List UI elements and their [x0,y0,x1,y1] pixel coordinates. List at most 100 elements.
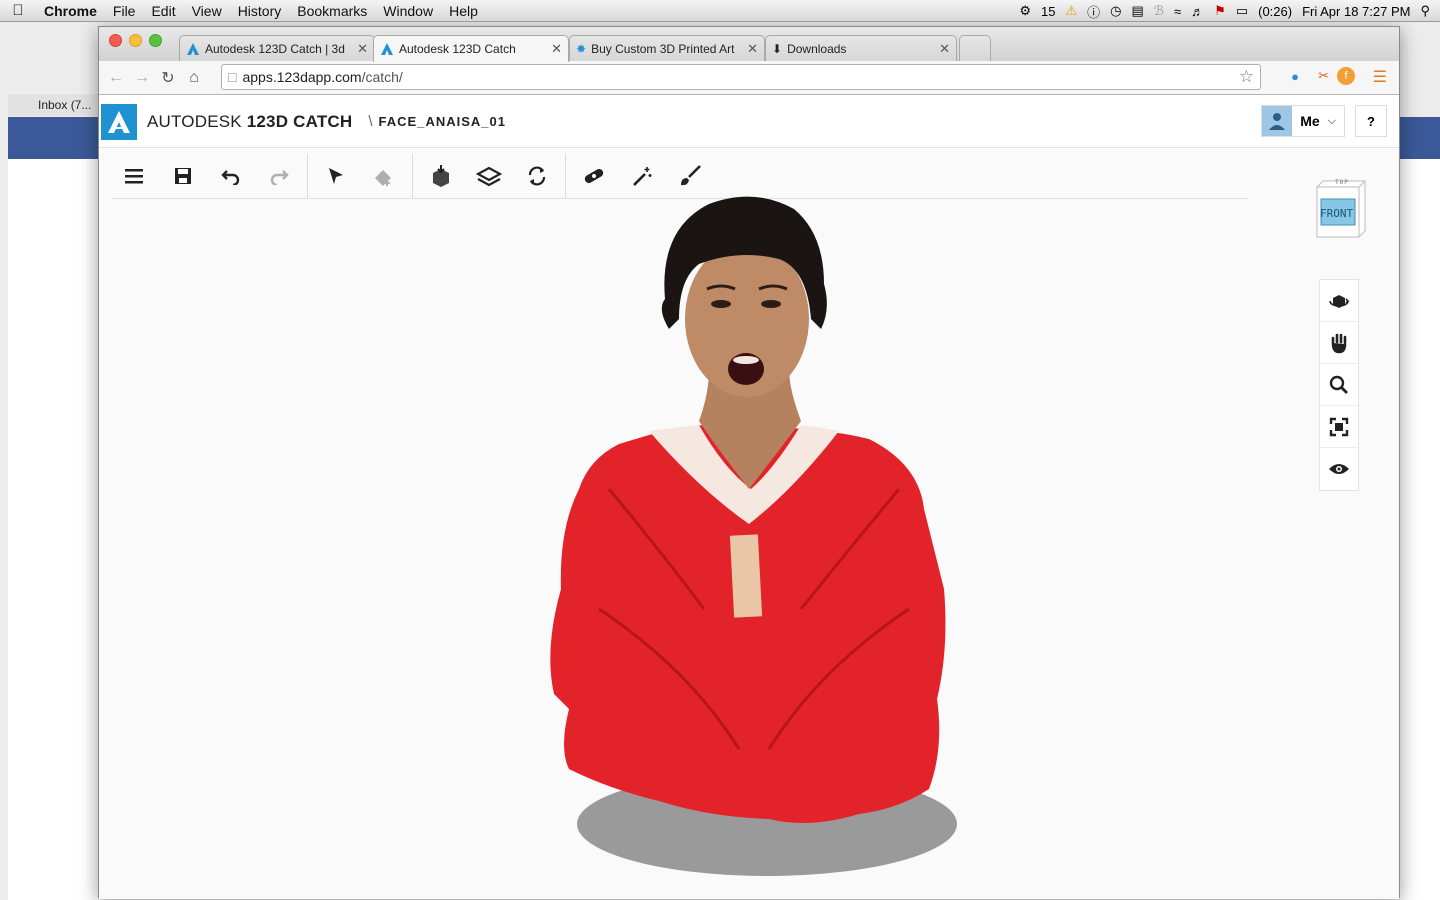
tab-close-icon[interactable]: ✕ [747,41,758,57]
autodesk-logo-icon[interactable] [101,103,137,140]
eye-icon [1329,464,1349,474]
tab-4[interactable]: ⬇ Downloads ✕ [765,35,957,61]
chevron-down-icon: ⌵ [1327,114,1336,127]
flag-icon[interactable]: ⚑ [1214,3,1226,19]
notification-icon[interactable]: ⚙ [1019,3,1031,19]
menu-history[interactable]: History [230,3,290,19]
menu-edit[interactable]: Edit [143,3,183,19]
reload-icon[interactable]: ↻ [155,68,181,88]
spotlight-icon[interactable]: ⚲ [1420,3,1430,19]
help-button[interactable]: ? [1355,105,1387,137]
tab-close-icon[interactable]: ✕ [939,41,950,57]
orbit-button[interactable] [1320,280,1358,322]
user-label: Me [1300,113,1320,129]
display-icon[interactable]: ▤ [1131,3,1143,19]
menu-icon[interactable]: ☰ [1373,67,1387,87]
menu-button[interactable] [111,154,159,198]
tab-title: Downloads [787,41,847,56]
view-cube-top-label[interactable]: TOP [1335,179,1349,186]
download-icon: ⬇ [772,41,783,56]
autodesk-icon [187,42,199,55]
visibility-button[interactable] [1320,448,1358,490]
redo-icon [270,169,289,185]
undo-button[interactable] [207,154,255,198]
breadcrumb-separator: \ [368,113,373,130]
save-button[interactable] [159,154,207,198]
new-tab-button[interactable] [959,35,991,61]
menu-window[interactable]: Window [375,3,441,19]
time-machine-icon[interactable]: ◷ [1110,3,1121,19]
view-cube[interactable]: TOP FRONT [1311,179,1367,241]
view-cube-face-label[interactable]: FRONT [1320,207,1353,220]
brand-prefix: AUTODESK [147,111,242,131]
pointer-icon [329,167,343,184]
save-icon [175,167,191,184]
clock[interactable]: Fri Apr 18 7:27 PM [1302,4,1410,19]
chrome-window: Autodesk 123D Catch | 3d ✕ Autodesk 123D… [98,26,1400,899]
bluetooth-icon[interactable]: ℬ [1154,3,1164,19]
inbox-tab[interactable]: Inbox (7... [8,94,100,116]
avatar [1262,106,1293,136]
battery-icon[interactable]: ▭ [1236,3,1248,19]
page-icon: □ [228,69,237,85]
brand-name: 123D [246,111,289,131]
scissors-icon[interactable]: ✂ [1318,68,1329,84]
background-right-header [1399,117,1440,159]
teeth [733,356,759,364]
zoom-window-button[interactable] [149,34,162,47]
autodesk-a-icon [108,110,130,133]
close-window-button[interactable] [109,34,122,47]
back-icon[interactable]: ← [103,69,129,87]
apple-menu-icon[interactable]:  [0,2,36,19]
fit-view-button[interactable] [1320,406,1358,448]
hand-icon [1331,333,1347,353]
background-header-bar [8,117,100,159]
volume-icon[interactable]: ♬ [1191,4,1204,19]
battery-time[interactable]: (0:26) [1258,4,1292,19]
3d-model-bust[interactable] [539,189,969,879]
menu-app-name[interactable]: Chrome [36,3,105,19]
pan-button[interactable] [1320,322,1358,364]
mac-menubar:  Chrome File Edit View History Bookmark… [0,0,1440,22]
toolbar-divider [412,153,413,198]
tab-3[interactable]: ✸ Buy Custom 3D Printed Art ✕ [569,35,765,61]
paint-brush-icon [681,164,701,185]
menu-bookmarks[interactable]: Bookmarks [289,3,375,19]
tab-1[interactable]: Autodesk 123D Catch | 3d ✕ [179,35,375,61]
tab-2-active[interactable]: Autodesk 123D Catch ✕ [373,35,569,62]
magic-wand-icon [633,166,652,186]
notification-count[interactable]: 15 [1041,4,1055,19]
address-bar[interactable]: □ apps.123dapp.com/catch/ ☆ [221,64,1261,90]
left-eye [711,300,731,308]
fit-to-view-icon [1329,417,1349,436]
menu-file[interactable]: File [105,3,144,19]
wifi-icon[interactable]: ≈ [1174,4,1181,19]
extension-icon[interactable]: ● [1291,69,1299,84]
menu-help[interactable]: Help [441,3,486,19]
3d-viewport[interactable]: TOP FRONT [99,149,1399,899]
menu-view[interactable]: View [184,3,230,19]
star-icon: ✸ [576,41,587,56]
zoom-button[interactable] [1320,364,1358,406]
warning-icon[interactable]: ⚠ [1065,3,1077,19]
extension-f-icon[interactable]: f [1337,67,1355,85]
app-header: AUTODESK 123D CATCH \ FACE_ANAISA_01 Me … [99,96,1399,148]
redo-button[interactable] [255,154,303,198]
eraser-tool-button[interactable] [360,154,408,198]
layers-tool-button[interactable] [465,154,513,198]
minimize-window-button[interactable] [129,34,142,47]
home-icon[interactable]: ⌂ [181,69,207,87]
select-tool-button[interactable] [312,154,360,198]
user-menu-button[interactable]: Me ⌵ [1261,105,1345,137]
forward-icon[interactable]: → [129,69,155,87]
navigation-toolbar [1319,279,1359,491]
status-area: ⚙ 15 ⚠ ⓘ ◷ ▤ ℬ ≈ ♬ ⚑ ▭ (0:26) Fri Apr 18… [1019,0,1440,22]
url-path: /catch/ [361,69,403,85]
import-tool-button[interactable] [417,154,465,198]
tab-close-icon[interactable]: ✕ [357,41,368,57]
tag-on-sweater [729,534,763,618]
tab-close-icon[interactable]: ✕ [551,41,562,57]
user-avatar-icon [1269,113,1286,130]
alert-icon[interactable]: ⓘ [1087,2,1100,21]
bookmark-star-icon[interactable]: ☆ [1239,67,1254,87]
